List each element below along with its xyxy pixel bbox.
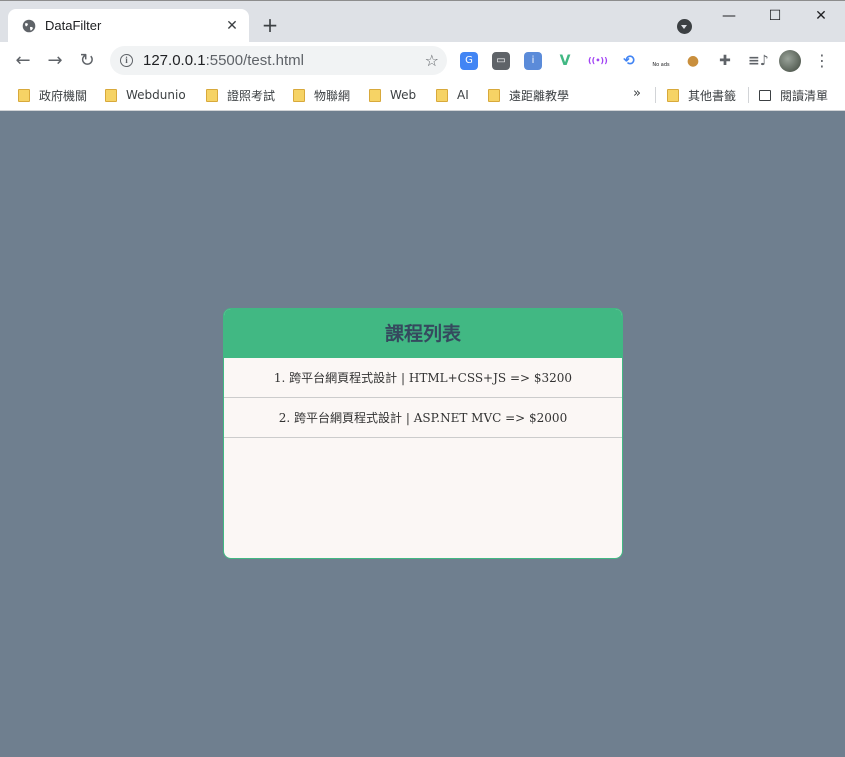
browser-tab[interactable]: DataFilter ✕ <box>8 9 249 43</box>
page-viewport: 課程列表 1. 跨平台網頁程式設計 | HTML+CSS+JS => $3200… <box>1 111 844 756</box>
bookmark-folder-gov[interactable]: 政府機關 <box>18 86 87 104</box>
bookmarks-divider <box>748 87 749 103</box>
bookmarks-divider <box>655 87 656 103</box>
minimize-button[interactable]: — <box>706 1 752 31</box>
folder-icon <box>293 88 305 102</box>
profile-avatar[interactable] <box>779 50 801 72</box>
browser-titlebar: DataFilter ✕ + — ☐ ✕ <box>0 0 845 43</box>
google-translate-icon[interactable]: G <box>460 52 478 70</box>
bookmark-folder-other[interactable]: 其他書籤 <box>667 86 736 104</box>
reload-icon[interactable]: ↻ <box>76 50 98 72</box>
no-ads-icon[interactable]: No ads <box>652 52 670 70</box>
more-menu-icon[interactable]: ⋮ <box>814 51 830 71</box>
new-tab-button[interactable]: + <box>260 15 280 35</box>
bookmark-folder-webdunio[interactable]: Webdunio <box>105 86 186 104</box>
bookmarks-bar: 政府機關 Webdunio 證照考試 物聯網 Web AI 遠距離教學 » 其他… <box>0 80 845 111</box>
broadcast-icon[interactable]: ((•)) <box>588 52 608 70</box>
close-window-button[interactable]: ✕ <box>798 1 844 31</box>
list-item: 1. 跨平台網頁程式設計 | HTML+CSS+JS => $3200 <box>224 358 622 398</box>
puzzle-extensions-icon[interactable]: ✚ <box>716 52 734 70</box>
tab-search-icon[interactable] <box>677 19 692 34</box>
folder-icon <box>667 88 679 102</box>
forward-arrow-icon[interactable]: → <box>44 50 66 72</box>
back-arrow-icon[interactable]: ← <box>12 50 34 72</box>
folder-icon <box>436 88 448 102</box>
reading-list-button[interactable]: 閱讀清單 <box>759 86 828 104</box>
reading-list-icon <box>759 89 771 101</box>
bookmark-folder-ai[interactable]: AI <box>436 86 469 104</box>
globe-icon <box>22 19 36 33</box>
bookmark-star-icon[interactable]: ☆ <box>425 51 439 70</box>
folder-icon <box>369 88 381 102</box>
course-list-card: 課程列表 1. 跨平台網頁程式設計 | HTML+CSS+JS => $3200… <box>223 308 623 559</box>
maximize-button[interactable]: ☐ <box>752 1 798 31</box>
bookmark-folder-iot[interactable]: 物聯網 <box>293 86 350 104</box>
browser-toolbar: ← → ↻ i 127.0.0.1:5500/test.html ☆ G ▭ i V(… <box>0 42 845 80</box>
vue-devtools-icon[interactable]: V <box>556 52 574 70</box>
bookmark-folder-distance-learning[interactable]: 遠距離教學 <box>488 86 569 104</box>
share-icon[interactable]: ⟲ <box>620 52 638 70</box>
folder-icon <box>18 88 30 102</box>
cookie-icon[interactable]: ● <box>684 52 702 70</box>
bookmark-folder-web[interactable]: Web <box>369 86 416 104</box>
folder-icon <box>488 88 500 102</box>
site-info-icon[interactable]: i <box>120 54 133 67</box>
bookmarks-overflow-icon[interactable]: » <box>633 86 641 101</box>
tab-close-icon[interactable]: ✕ <box>223 17 241 35</box>
tab-title: DataFilter <box>45 18 102 33</box>
bookmark-folder-certification[interactable]: 證照考試 <box>206 86 275 104</box>
media-queue-icon[interactable]: ≡♪ <box>748 52 769 70</box>
folder-icon <box>105 88 117 102</box>
address-bar[interactable]: i 127.0.0.1:5500/test.html ☆ <box>110 46 447 75</box>
folder-icon <box>206 88 218 102</box>
url-text[interactable]: 127.0.0.1:5500/test.html <box>143 52 304 69</box>
card-title: 課程列表 <box>224 309 622 358</box>
info-compass-icon[interactable]: i <box>524 52 542 70</box>
list-item: 2. 跨平台網頁程式設計 | ASP.NET MVC => $2000 <box>224 398 622 438</box>
line-icon[interactable]: ▭ <box>492 52 510 70</box>
